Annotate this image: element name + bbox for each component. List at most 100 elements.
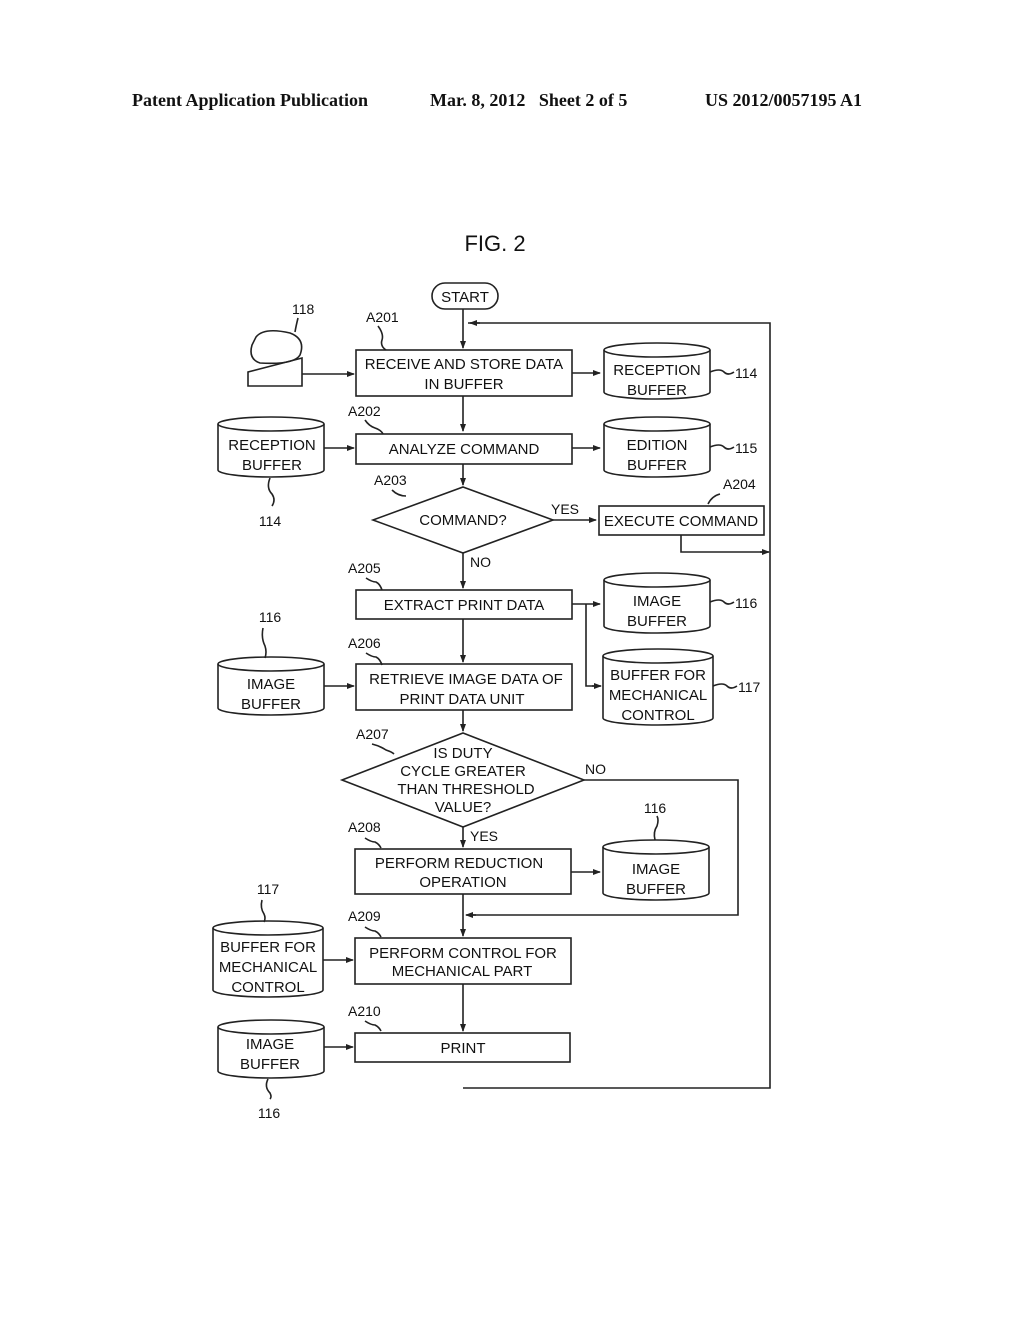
- step-id-a203: A203: [374, 472, 407, 488]
- host-device-icon: [247, 329, 303, 387]
- svg-text:THAN THRESHOLD: THAN THRESHOLD: [397, 781, 534, 798]
- svg-text:PRINT: PRINT: [441, 1040, 486, 1057]
- leader-a208: [364, 837, 382, 849]
- step-a210: PRINT: [354, 1032, 571, 1063]
- ref-115: 115: [735, 440, 758, 456]
- start-label: START: [441, 289, 489, 306]
- label-yes-a207: YES: [470, 828, 498, 844]
- svg-text:MECHANICAL: MECHANICAL: [609, 687, 707, 704]
- svg-text:ANALYZE COMMAND: ANALYZE COMMAND: [389, 441, 540, 458]
- svg-text:EXECUTE COMMAND: EXECUTE COMMAND: [604, 513, 758, 530]
- step-id-a205: A205: [348, 560, 381, 576]
- buffer-reception-left: RECEPTION BUFFER: [217, 416, 325, 478]
- svg-text:BUFFER: BUFFER: [627, 457, 687, 474]
- host-ref-118: 118: [292, 301, 315, 317]
- svg-text:COMMAND?: COMMAND?: [419, 512, 507, 529]
- leader-a209: [364, 926, 382, 938]
- svg-text:PRINT DATA UNIT: PRINT DATA UNIT: [399, 691, 524, 708]
- leader-116-a210: [265, 1078, 272, 1100]
- step-id-a202: A202: [348, 403, 381, 419]
- decision-a203: COMMAND?: [370, 486, 556, 554]
- ref-116-a210: 116: [258, 1105, 281, 1121]
- figure-title: FIG. 2: [464, 231, 525, 256]
- svg-text:BUFFER: BUFFER: [627, 382, 687, 399]
- ref-116-a205: 116: [735, 595, 758, 611]
- step-a204: EXECUTE COMMAND: [598, 505, 765, 536]
- svg-text:IMAGE: IMAGE: [633, 593, 681, 610]
- svg-text:BUFFER: BUFFER: [627, 613, 687, 630]
- ref-116-a208: 116: [644, 800, 667, 816]
- label-no-a203: NO: [470, 554, 491, 570]
- leader-a207: [371, 743, 395, 755]
- svg-text:PERFORM CONTROL FOR: PERFORM CONTROL FOR: [369, 945, 557, 962]
- decision-a207: IS DUTY CYCLE GREATER THAN THRESHOLD VAL…: [339, 732, 587, 828]
- svg-text:VALUE?: VALUE?: [435, 799, 491, 816]
- flow-a204-to-loop: [680, 535, 766, 553]
- buffer-mech-a205: BUFFER FOR MECHANICAL CONTROL: [602, 648, 714, 726]
- step-a209: PERFORM CONTROL FOR MECHANICAL PART: [354, 937, 572, 985]
- step-id-a201: A201: [366, 309, 399, 325]
- label-yes-a203: YES: [551, 501, 579, 517]
- leader-117-a205: [712, 683, 738, 689]
- leader-a205: [365, 577, 383, 591]
- leader-118: [294, 317, 299, 333]
- step-a202: ANALYZE COMMAND: [355, 433, 573, 465]
- leader-a210: [364, 1020, 382, 1032]
- svg-text:CONTROL: CONTROL: [621, 707, 694, 724]
- ref-114-right: 114: [735, 365, 758, 381]
- svg-text:IMAGE: IMAGE: [246, 1036, 294, 1053]
- svg-text:BUFFER: BUFFER: [242, 457, 302, 474]
- leader-114-left: [267, 477, 275, 507]
- buffer-image-a206: IMAGE BUFFER: [217, 656, 325, 716]
- buffer-image-a210: IMAGE BUFFER: [217, 1019, 325, 1079]
- ref-117-a209: 117: [257, 881, 280, 897]
- step-a206: RETRIEVE IMAGE DATA OF PRINT DATA UNIT: [355, 663, 573, 711]
- leader-114-right: [709, 369, 735, 375]
- svg-text:IMAGE: IMAGE: [247, 676, 295, 693]
- flow-a205-to-mech: [585, 604, 598, 687]
- leader-116-a205: [709, 599, 735, 605]
- svg-text:MECHANICAL PART: MECHANICAL PART: [392, 963, 533, 980]
- step-id-a210: A210: [348, 1003, 381, 1019]
- svg-text:EDITION: EDITION: [627, 437, 688, 454]
- buffer-image-a205: IMAGE BUFFER: [603, 572, 711, 634]
- leader-a204: [707, 493, 721, 505]
- leader-116-a208: [653, 815, 659, 841]
- svg-text:RETRIEVE IMAGE DATA OF: RETRIEVE IMAGE DATA OF: [369, 671, 563, 688]
- buffer-edition: EDITION BUFFER: [603, 416, 711, 478]
- svg-text:BUFFER: BUFFER: [241, 696, 301, 713]
- leader-116-a206: [261, 627, 267, 659]
- step-id-a209: A209: [348, 908, 381, 924]
- leader-a201: [377, 325, 387, 351]
- svg-text:IN BUFFER: IN BUFFER: [424, 376, 503, 393]
- ref-117-a205: 117: [738, 679, 761, 695]
- label-no-a207: NO: [585, 761, 606, 777]
- svg-text:RECEPTION: RECEPTION: [613, 362, 701, 379]
- leader-115: [709, 444, 735, 450]
- svg-text:PERFORM REDUCTION: PERFORM REDUCTION: [375, 855, 543, 872]
- step-id-a206: A206: [348, 635, 381, 651]
- step-id-a204: A204: [723, 476, 756, 492]
- buffer-reception-right: RECEPTION BUFFER: [603, 342, 711, 400]
- svg-text:BUFFER FOR: BUFFER FOR: [220, 939, 316, 956]
- svg-text:CYCLE GREATER: CYCLE GREATER: [400, 763, 526, 780]
- step-a205: EXTRACT PRINT DATA: [355, 589, 573, 620]
- svg-text:OPERATION: OPERATION: [419, 874, 506, 891]
- step-a201: RECEIVE AND STORE DATA IN BUFFER: [355, 349, 573, 397]
- buffer-image-a208: IMAGE BUFFER: [602, 839, 710, 901]
- svg-text:IS DUTY: IS DUTY: [433, 745, 492, 762]
- svg-text:RECEIVE AND STORE DATA: RECEIVE AND STORE DATA: [365, 356, 563, 373]
- svg-text:BUFFER FOR: BUFFER FOR: [610, 667, 706, 684]
- step-id-a207: A207: [356, 726, 389, 742]
- svg-text:CONTROL: CONTROL: [231, 979, 304, 996]
- ref-114-left: 114: [259, 513, 282, 529]
- svg-text:MECHANICAL: MECHANICAL: [219, 959, 317, 976]
- svg-text:BUFFER: BUFFER: [626, 881, 686, 898]
- leader-a202: [364, 419, 384, 435]
- leader-117-a209: [260, 899, 266, 923]
- leader-a203: [391, 489, 407, 497]
- ref-116-a206: 116: [259, 609, 282, 625]
- svg-text:RECEPTION: RECEPTION: [228, 437, 316, 454]
- step-id-a208: A208: [348, 819, 381, 835]
- svg-text:BUFFER: BUFFER: [240, 1056, 300, 1073]
